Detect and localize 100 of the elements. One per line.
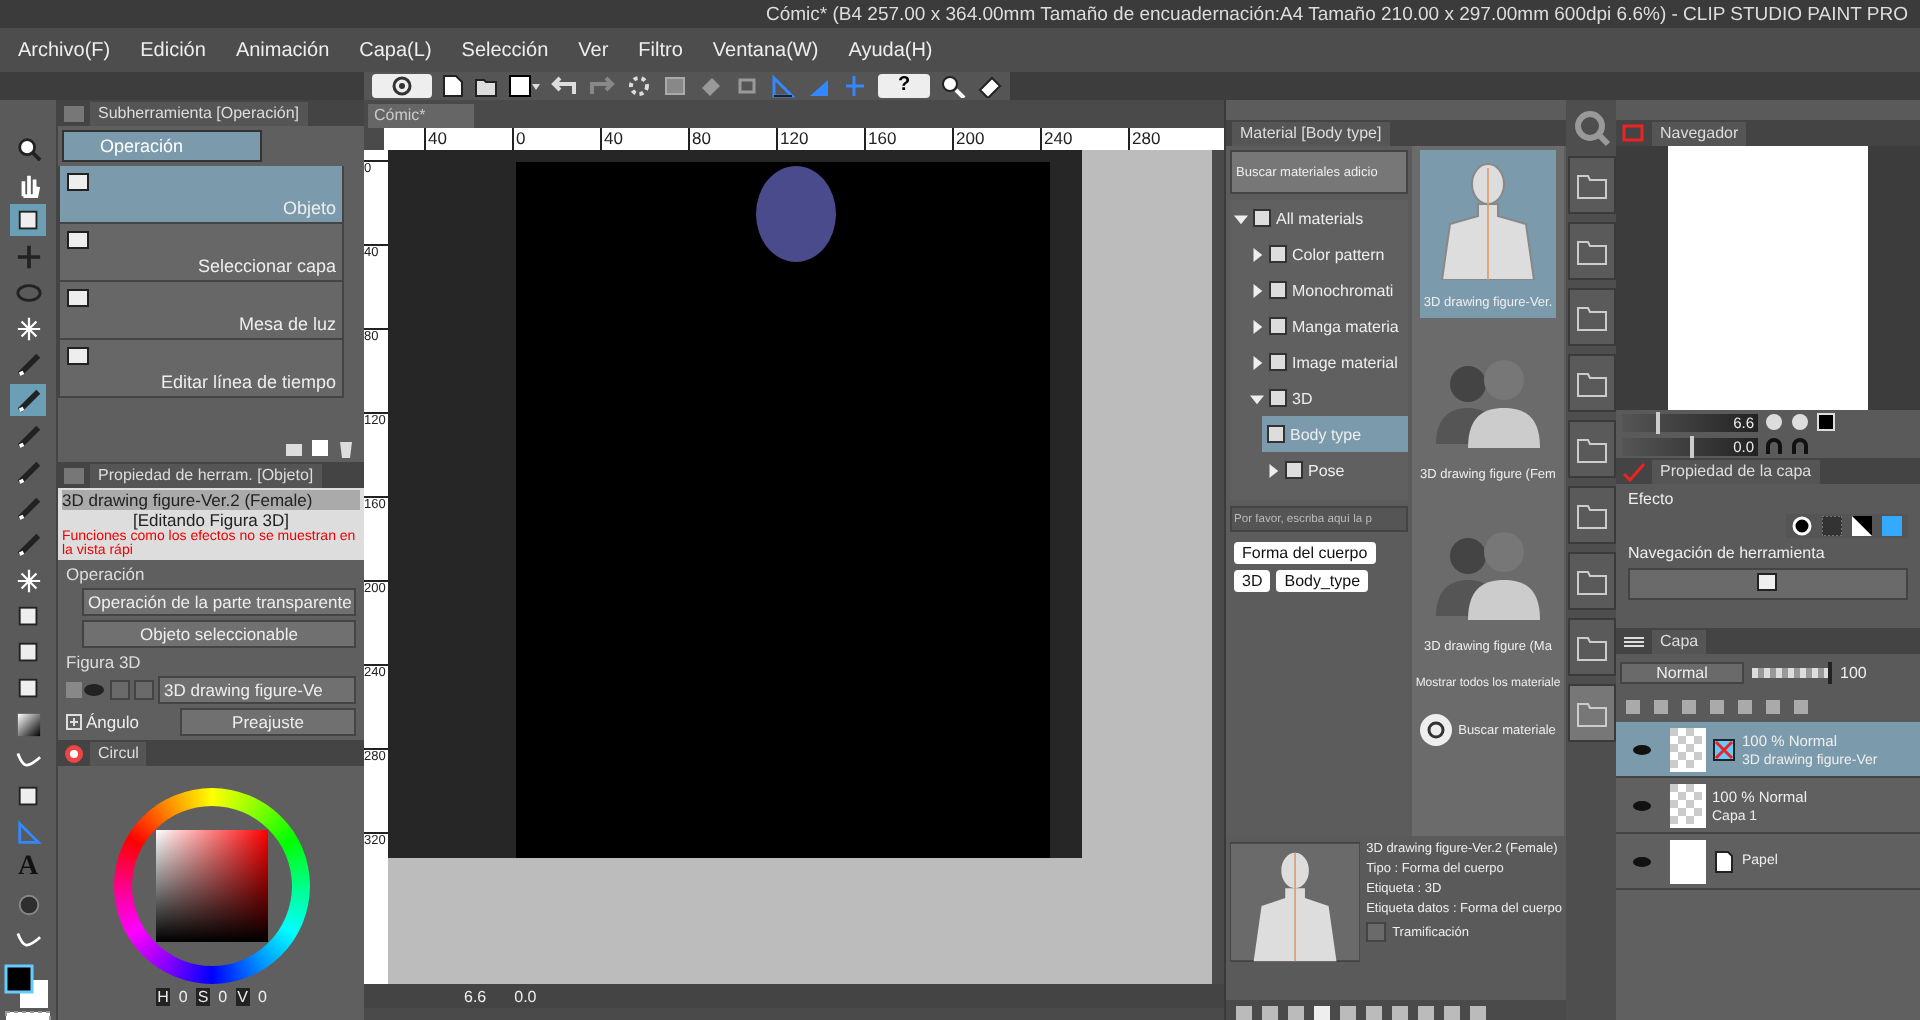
operation-tool-button[interactable]: [1628, 568, 1908, 600]
opacity-value[interactable]: 100: [1840, 663, 1867, 681]
tree-item[interactable]: Monochromati: [1246, 272, 1408, 308]
panel-tab[interactable]: Propiedad de herram. [Objeto]: [90, 463, 322, 487]
folder-tab[interactable]: [1567, 684, 1615, 742]
border-effect-icon[interactable]: [1792, 516, 1812, 536]
menu-item[interactable]: Archivo(F): [18, 39, 111, 61]
collapsed-arrow-icon[interactable]: [1250, 319, 1264, 333]
eye-icon[interactable]: [1632, 743, 1652, 755]
folder-tab[interactable]: [1567, 420, 1615, 478]
color-square[interactable]: [155, 830, 267, 942]
collapsed-arrow-icon[interactable]: [1266, 463, 1280, 477]
threshold-effect-icon[interactable]: [1852, 516, 1872, 536]
menu-item[interactable]: Ver: [578, 39, 609, 61]
subtool-item[interactable]: Seleccionar capa: [58, 224, 344, 282]
preset-button[interactable]: Preajuste: [180, 708, 356, 736]
eye-icon[interactable]: [1632, 799, 1652, 811]
eye-icon[interactable]: [66, 680, 106, 700]
ruler-tool-icon: [15, 819, 41, 845]
zoom-in-icon[interactable]: [1790, 412, 1810, 432]
menu-item[interactable]: Filtro: [638, 39, 683, 61]
menu-item[interactable]: Selección: [461, 39, 549, 61]
tone-effect-icon[interactable]: [1822, 516, 1842, 536]
panel-tab[interactable]: Material [Body type]: [1232, 121, 1390, 145]
color-square-icon[interactable]: [508, 74, 540, 98]
transparent-thumbnail: [1670, 727, 1706, 771]
checkbox[interactable]: [134, 680, 154, 700]
folder-tab[interactable]: [1567, 486, 1615, 544]
body-figure-preview: [1230, 842, 1361, 962]
panel-tab[interactable]: Navegador: [1652, 121, 1747, 145]
canvas-workspace[interactable]: [388, 150, 1212, 984]
help-button[interactable]: ?: [878, 74, 930, 98]
subtool-settings-icon[interactable]: [284, 438, 304, 458]
tree-item[interactable]: All materials: [1230, 200, 1408, 236]
tree-item[interactable]: Pose: [1262, 452, 1408, 488]
collapsed-arrow-icon[interactable]: [1250, 355, 1264, 369]
zoom-out-icon[interactable]: [1764, 412, 1784, 432]
tag[interactable]: Body_type: [1276, 570, 1369, 592]
panel-tab[interactable]: Capa: [1652, 629, 1707, 653]
ruler-icon[interactable]: [770, 74, 796, 98]
dropdown[interactable]: Objeto seleccionable: [82, 620, 356, 648]
zoom-value[interactable]: 6.6: [464, 987, 487, 1005]
tag[interactable]: Forma del cuerpo: [1234, 542, 1376, 564]
layers-icon[interactable]: [1622, 631, 1646, 651]
expanded-arrow-icon[interactable]: [1234, 211, 1248, 225]
new-subtool-icon[interactable]: [310, 438, 330, 458]
menu-item[interactable]: Ayuda(H): [848, 39, 933, 61]
dotted-circle-icon[interactable]: [626, 74, 652, 98]
sparkle-tool-icon: [15, 567, 41, 593]
panel-tab[interactable]: Subherramienta [Operación]: [90, 101, 307, 125]
collapsed-arrow-icon[interactable]: [1250, 247, 1264, 261]
folder-icon: [1575, 237, 1607, 265]
menu-item[interactable]: Ventana(W): [712, 39, 819, 61]
crop-icon[interactable]: [734, 74, 760, 98]
document-tab[interactable]: Cómic*: [368, 104, 474, 128]
tag[interactable]: 3D: [1234, 570, 1271, 592]
folder-tab[interactable]: [1567, 354, 1615, 412]
color-wheel-tab-icon[interactable]: [64, 743, 84, 763]
folder-tab[interactable]: [1567, 222, 1615, 280]
expanded-arrow-icon[interactable]: [1250, 391, 1264, 405]
checkbox[interactable]: [1366, 922, 1387, 942]
fit-icon[interactable]: [1816, 412, 1836, 432]
layer-color-icon[interactable]: [1882, 516, 1902, 536]
tool-button[interactable]: [10, 204, 46, 236]
subtool-item[interactable]: Mesa de luz: [58, 282, 344, 340]
transform-icon[interactable]: [662, 74, 688, 98]
tree-item[interactable]: Manga materia: [1246, 308, 1408, 344]
wand-tool-icon: [15, 315, 41, 341]
color-swatch-icon[interactable]: [4, 964, 52, 1020]
rotate-left-icon[interactable]: [1764, 436, 1784, 456]
folder-tab[interactable]: [1567, 618, 1615, 676]
folder-tab[interactable]: [1567, 552, 1615, 610]
subtool-group-tab[interactable]: Operación: [62, 130, 262, 162]
panel-tab[interactable]: Circul: [90, 741, 147, 765]
menu-item[interactable]: Edición: [140, 39, 206, 61]
checkbox[interactable]: [110, 680, 130, 700]
dropdown[interactable]: Operación de la parte transparente: [82, 588, 356, 616]
tree-item[interactable]: Color pattern: [1246, 236, 1408, 272]
undo-icon[interactable]: [550, 74, 578, 98]
tree-item[interactable]: Image material: [1246, 344, 1408, 380]
folder-tab[interactable]: [1567, 156, 1615, 214]
new-file-icon[interactable]: [442, 74, 464, 98]
folder-tab[interactable]: [1567, 288, 1615, 346]
spiral-logo-icon[interactable]: [1420, 714, 1453, 746]
subtool-item[interactable]: Editar línea de tiempo: [58, 340, 344, 398]
panel-tab[interactable]: Propiedad de la capa: [1652, 459, 1820, 483]
mode-label: [Editando Figura 3D]: [131, 510, 291, 530]
blend-mode-dropdown[interactable]: Normal: [1620, 661, 1744, 683]
dropdown[interactable]: 3D drawing figure-Ve: [158, 676, 356, 704]
spiral-logo-icon[interactable]: [372, 74, 432, 98]
angle-value[interactable]: 0.0: [514, 987, 537, 1005]
figure-head[interactable]: [756, 166, 836, 262]
collapsed-arrow-icon[interactable]: [1250, 283, 1264, 297]
eye-icon[interactable]: [1632, 855, 1652, 867]
expand-icon[interactable]: [66, 714, 82, 730]
menu-item[interactable]: Animación: [235, 39, 330, 61]
trash-icon[interactable]: [336, 438, 356, 458]
menu-item[interactable]: Capa(L): [359, 39, 432, 61]
tree-item[interactable]: 3D: [1246, 380, 1408, 416]
search-icon[interactable]: [940, 74, 966, 98]
